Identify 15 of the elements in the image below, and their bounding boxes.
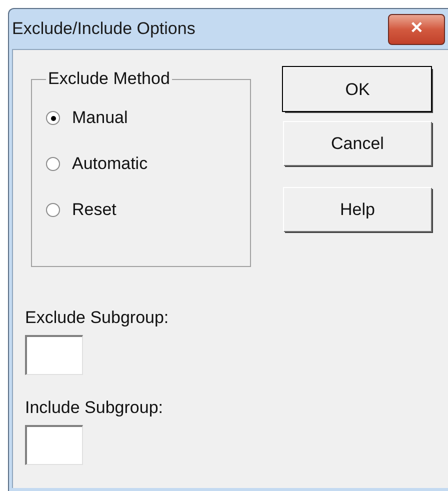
dialog-button[interactable]: Cancel (283, 121, 431, 165)
window-title: Exclude/Include Options (12, 18, 196, 40)
subgroup-field[interactable] (25, 425, 83, 465)
radio-option[interactable]: Automatic (46, 152, 250, 176)
radio-option[interactable]: Reset (46, 198, 250, 222)
radio-button[interactable] (46, 157, 60, 171)
subgroup-field[interactable] (25, 335, 83, 375)
dialog-button[interactable]: Help (283, 187, 431, 231)
dialog-button[interactable]: OK (283, 67, 431, 111)
radio-button[interactable] (46, 111, 60, 125)
close-button[interactable]: ✕ (388, 14, 445, 44)
field-label: Include Subgroup: (25, 397, 164, 419)
radio-button[interactable] (46, 203, 60, 217)
radio-option[interactable]: Manual (46, 106, 250, 130)
field-label: Exclude Subgroup: (25, 307, 170, 329)
